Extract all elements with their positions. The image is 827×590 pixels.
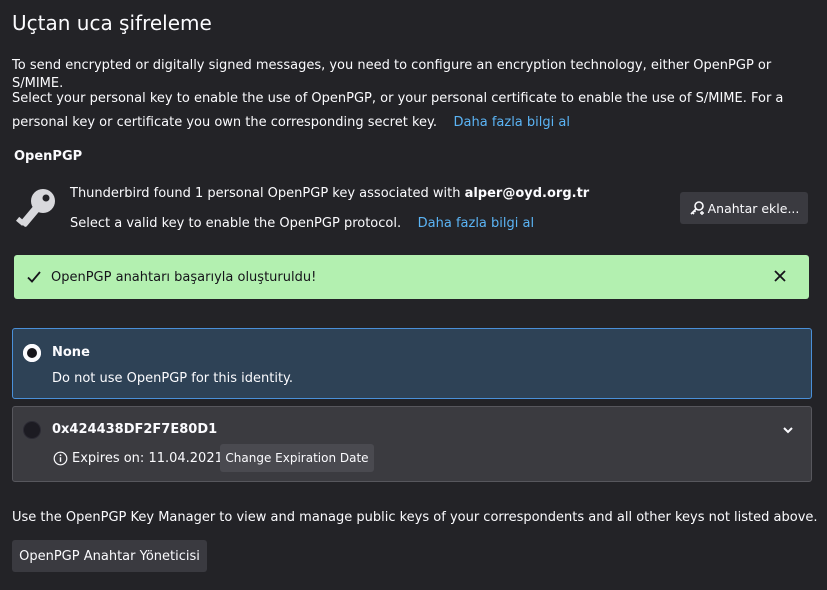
add-key-button[interactable]: Anahtar ekle... [680, 192, 808, 224]
intro-text-secondary-body: Select your personal key to enable the u… [12, 91, 784, 130]
chevron-down-icon[interactable] [781, 423, 795, 437]
key-found-text: Thunderbird found 1 personal OpenPGP key… [70, 185, 589, 203]
key-id: 0x424438DF2F7E80D1 [52, 422, 218, 437]
option-title: None [52, 345, 90, 360]
info-icon [53, 451, 68, 466]
e2e-encryption-settings: Uçtan uca şifreleme To send encrypted or… [0, 0, 827, 590]
radio-icon[interactable] [23, 344, 41, 362]
select-key-label: Select a valid key to enable the OpenPGP… [70, 216, 402, 231]
add-key-icon [690, 201, 704, 215]
key-option-none[interactable]: None Do not use OpenPGP for this identit… [12, 328, 812, 399]
page-title: Uçtan uca şifreleme [12, 11, 212, 35]
option-description: Do not use OpenPGP for this identity. [52, 371, 294, 386]
learn-more-link[interactable]: Daha fazla bilgi al [454, 115, 570, 130]
success-notification: OpenPGP anahtarı başarıyla oluşturuldu! [14, 255, 809, 299]
key-option-fingerprint[interactable]: 0x424438DF2F7E80D1 Expires on: 11.04.202… [12, 406, 812, 482]
close-icon [774, 270, 786, 282]
intro-text-secondary: Select your personal key to enable the u… [12, 87, 812, 135]
change-expiration-button[interactable]: Change Expiration Date [220, 444, 374, 472]
success-message: OpenPGP anahtarı başarıyla oluşturuldu! [51, 269, 317, 285]
expiration-date: Expires on: 11.04.2021 [72, 451, 223, 466]
checkmark-icon [27, 271, 41, 283]
openpgp-heading: OpenPGP [14, 149, 83, 164]
identity-email: alper@oyd.org.tr [464, 186, 590, 201]
key-icon [16, 189, 55, 227]
add-key-label: Anahtar ekle... [707, 200, 800, 216]
openpgp-learn-more-link[interactable]: Daha fazla bilgi al [418, 216, 534, 231]
close-notification-button[interactable] [771, 267, 789, 285]
radio-icon[interactable] [23, 421, 41, 439]
key-found-prefix: Thunderbird found 1 personal OpenPGP key… [70, 186, 465, 201]
key-manager-description: Use the OpenPGP Key Manager to view and … [12, 510, 818, 525]
select-key-text: Select a valid key to enable the OpenPGP… [70, 215, 534, 233]
key-manager-button[interactable]: OpenPGP Anahtar Yöneticisi [12, 540, 207, 572]
